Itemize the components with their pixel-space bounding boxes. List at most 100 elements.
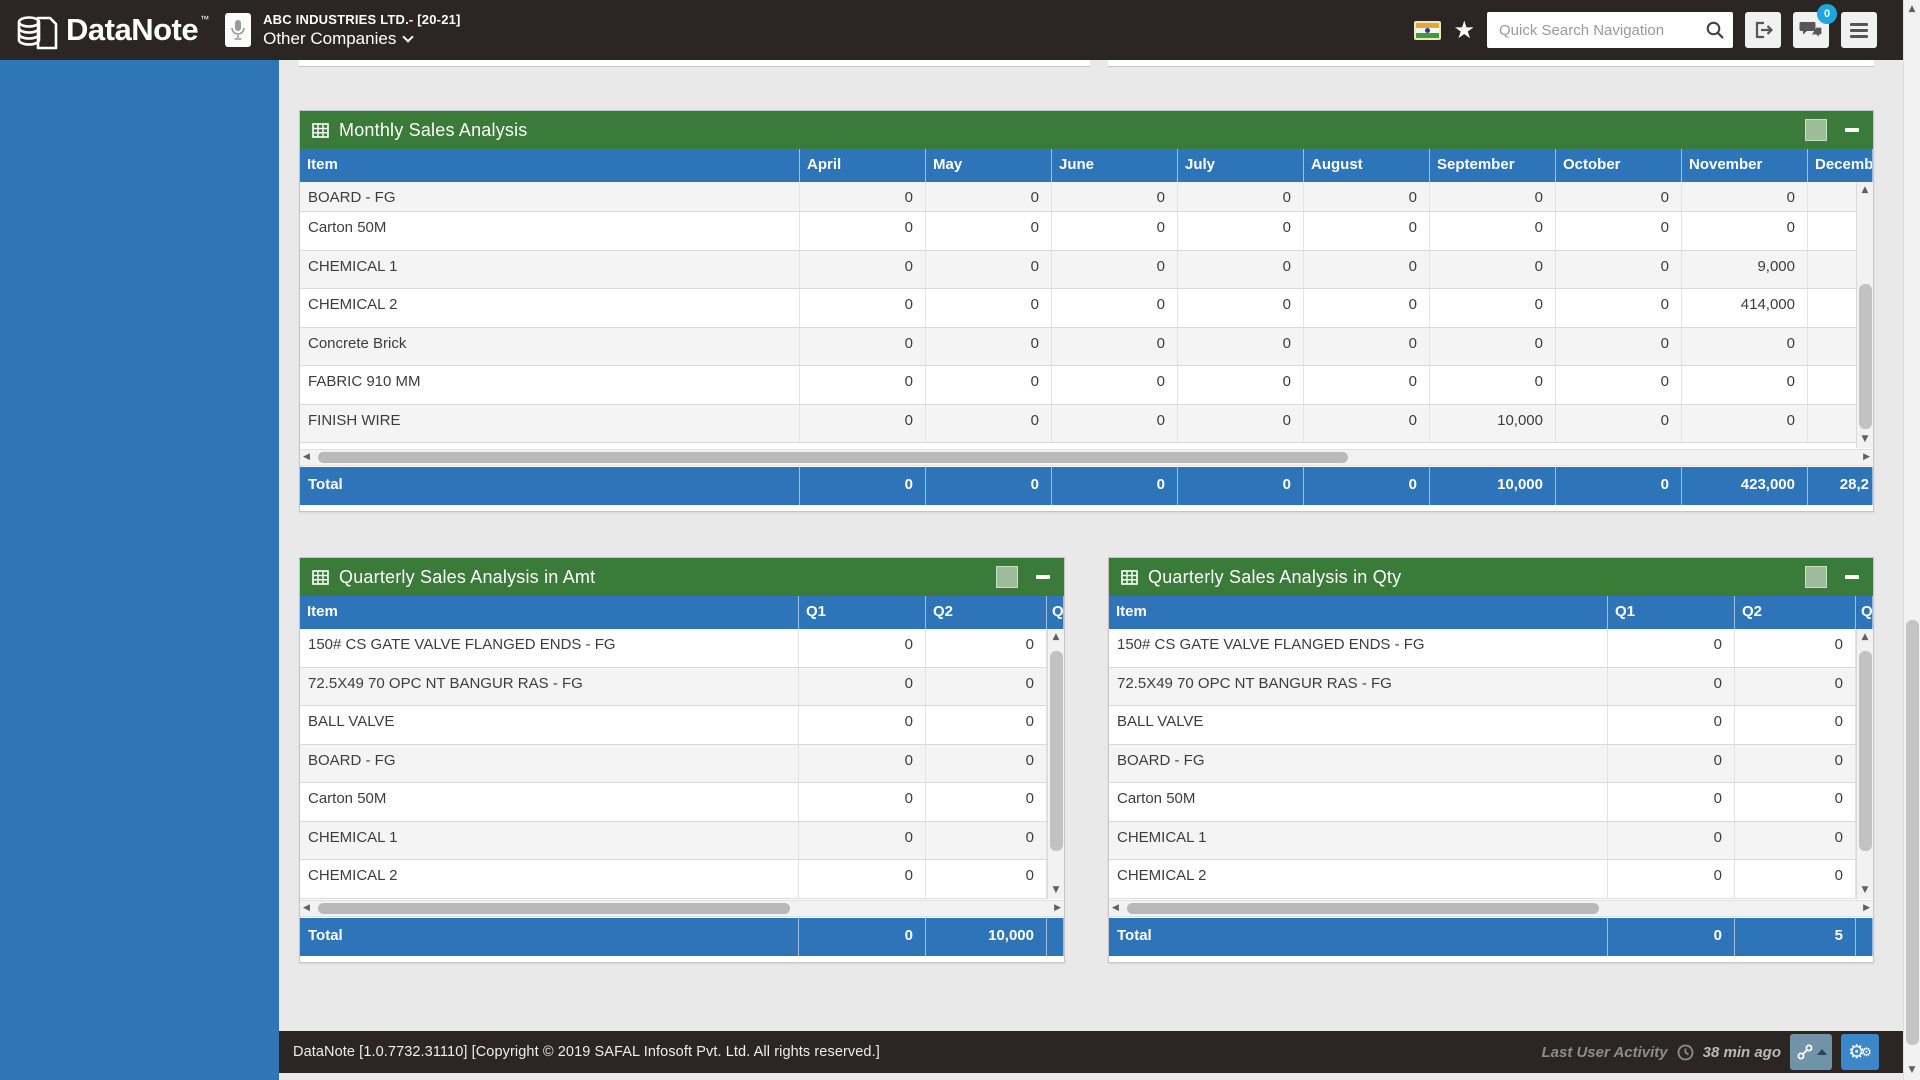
settings-button[interactable]: ⚙⚙: [1841, 1034, 1879, 1070]
column-header-may[interactable]: May: [926, 149, 1052, 182]
logout-button[interactable]: [1745, 12, 1781, 48]
clock-icon: [1677, 1044, 1694, 1061]
scroll-right-arrow[interactable]: ▶: [1054, 901, 1061, 916]
horizontal-scrollbar[interactable]: ◀ ▶: [1109, 900, 1873, 917]
value-cell: 0: [800, 251, 926, 289]
table-row[interactable]: 150# CS GATE VALVE FLANGED ENDS - FG00: [1109, 629, 1873, 668]
column-header-item[interactable]: Item: [300, 149, 800, 182]
column-header-q1[interactable]: Q1: [799, 596, 926, 629]
scroll-up-arrow[interactable]: ▲: [1857, 182, 1873, 199]
search-input[interactable]: [1499, 22, 1705, 39]
collapse-panel-button[interactable]: [1845, 128, 1859, 132]
value-cell: 0: [1304, 212, 1430, 250]
vertical-scrollbar[interactable]: ▲ ▼: [1856, 629, 1873, 899]
value-cell: 0: [1556, 251, 1682, 289]
scroll-right-arrow[interactable]: ▶: [1863, 901, 1870, 916]
table-row[interactable]: CHEMICAL 200: [1109, 860, 1873, 899]
table-row[interactable]: Carton 50M00000000: [300, 212, 1873, 251]
scrollbar-thumb[interactable]: [1127, 903, 1599, 914]
table-row[interactable]: FINISH WIRE0000010,00000: [300, 405, 1873, 444]
item-cell: 72.5X49 70 OPC NT BANGUR RAS - FG: [1109, 668, 1608, 706]
messages-button[interactable]: 0: [1793, 12, 1829, 48]
table-row[interactable]: Carton 50M00: [1109, 783, 1873, 822]
favorites-star-icon[interactable]: ★: [1453, 18, 1475, 42]
scrollbar-thumb[interactable]: [1050, 651, 1063, 851]
scrollbar-thumb[interactable]: [1859, 651, 1872, 851]
company-switcher[interactable]: Other Companies: [263, 29, 460, 49]
scroll-down-arrow[interactable]: ▼: [1857, 431, 1873, 448]
scroll-right-arrow[interactable]: ▶: [1863, 450, 1870, 465]
scroll-up-arrow[interactable]: ▲: [1904, 1, 1920, 18]
value-cell: 0: [926, 251, 1052, 289]
horizontal-scrollbar[interactable]: ◀ ▶: [300, 900, 1064, 917]
table-row[interactable]: CHEMICAL 100000009,000: [300, 251, 1873, 290]
left-sidebar[interactable]: [0, 60, 279, 1080]
horizontal-scrollbar[interactable]: ◀ ▶: [300, 449, 1873, 466]
scroll-left-arrow[interactable]: ◀: [1112, 901, 1119, 916]
link-icon: [1796, 1043, 1814, 1061]
table-row[interactable]: BALL VALVE00: [1109, 706, 1873, 745]
scroll-left-arrow[interactable]: ◀: [303, 901, 310, 916]
column-header-q2[interactable]: Q2: [926, 596, 1047, 629]
table-row[interactable]: CHEMICAL 200: [300, 860, 1064, 899]
vertical-scrollbar[interactable]: ▲ ▼: [1047, 629, 1064, 899]
table-row[interactable]: CHEMICAL 100: [300, 822, 1064, 861]
voice-search-button[interactable]: [225, 13, 251, 47]
scroll-down-arrow[interactable]: ▼: [1904, 1062, 1920, 1079]
scroll-down-arrow[interactable]: ▼: [1857, 882, 1873, 899]
panel-option-button[interactable]: [996, 566, 1018, 588]
table-row[interactable]: BALL VALVE00: [300, 706, 1064, 745]
panel-option-button[interactable]: [1805, 566, 1827, 588]
page-scrollbar[interactable]: ▲ ▼: [1903, 0, 1920, 1080]
item-cell: FABRIC 910 MM: [300, 366, 800, 404]
table-row[interactable]: Carton 50M00: [300, 783, 1064, 822]
table-row[interactable]: 72.5X49 70 OPC NT BANGUR RAS - FG00: [1109, 668, 1873, 707]
scroll-down-arrow[interactable]: ▼: [1048, 882, 1064, 899]
scroll-up-arrow[interactable]: ▲: [1048, 629, 1064, 646]
collapse-panel-button[interactable]: [1036, 575, 1050, 579]
value-cell: 0: [926, 366, 1052, 404]
scroll-left-arrow[interactable]: ◀: [303, 450, 310, 465]
column-header-item[interactable]: Item: [1109, 596, 1608, 629]
search-icon[interactable]: [1705, 20, 1725, 40]
column-header-item[interactable]: Item: [300, 596, 799, 629]
value-cell: 0: [1735, 783, 1856, 821]
scrollbar-thumb[interactable]: [1906, 620, 1919, 1045]
table-row[interactable]: BOARD - FG00000000: [300, 182, 1873, 212]
table-row[interactable]: FABRIC 910 MM00000000: [300, 366, 1873, 405]
table-row[interactable]: CHEMICAL 100: [1109, 822, 1873, 861]
collapse-panel-button[interactable]: [1845, 575, 1859, 579]
brand-logo[interactable]: DataNote ™: [0, 4, 209, 56]
table-row[interactable]: Concrete Brick00000000: [300, 328, 1873, 367]
vertical-scrollbar[interactable]: ▲ ▼: [1856, 182, 1873, 448]
table-row[interactable]: 150# CS GATE VALVE FLANGED ENDS - FG00: [300, 629, 1064, 668]
table-row[interactable]: 72.5X49 70 OPC NT BANGUR RAS - FG00: [300, 668, 1064, 707]
country-flag-icon[interactable]: [1414, 21, 1441, 40]
column-header-q1[interactable]: Q1: [1608, 596, 1735, 629]
column-header-q3[interactable]: Q3: [1047, 596, 1064, 629]
scrollbar-thumb[interactable]: [318, 452, 1348, 463]
quarterly-qty-panel: Quarterly Sales Analysis in Qty ItemQ1Q2…: [1108, 557, 1874, 963]
connection-button[interactable]: [1790, 1034, 1832, 1070]
column-header-april[interactable]: April: [800, 149, 926, 182]
table-row[interactable]: BOARD - FG00: [1109, 745, 1873, 784]
menu-button[interactable]: [1841, 12, 1877, 48]
column-header-september[interactable]: September: [1430, 149, 1556, 182]
scroll-up-arrow[interactable]: ▲: [1857, 629, 1873, 646]
column-header-december[interactable]: December: [1808, 149, 1873, 182]
value-cell: 0: [1430, 289, 1556, 327]
column-header-q2[interactable]: Q2: [1735, 596, 1856, 629]
table-row[interactable]: BOARD - FG00: [300, 745, 1064, 784]
column-header-july[interactable]: July: [1178, 149, 1304, 182]
column-header-q3[interactable]: Q3: [1856, 596, 1873, 629]
item-cell: BALL VALVE: [300, 706, 799, 744]
panel-option-button[interactable]: [1805, 119, 1827, 141]
scrollbar-thumb[interactable]: [318, 903, 790, 914]
table-row[interactable]: CHEMICAL 20000000414,000: [300, 289, 1873, 328]
scrollbar-thumb[interactable]: [1859, 284, 1872, 429]
column-header-june[interactable]: June: [1052, 149, 1178, 182]
column-header-november[interactable]: November: [1682, 149, 1808, 182]
column-header-august[interactable]: August: [1304, 149, 1430, 182]
panel-title: Monthly Sales Analysis: [339, 120, 528, 141]
column-header-october[interactable]: October: [1556, 149, 1682, 182]
